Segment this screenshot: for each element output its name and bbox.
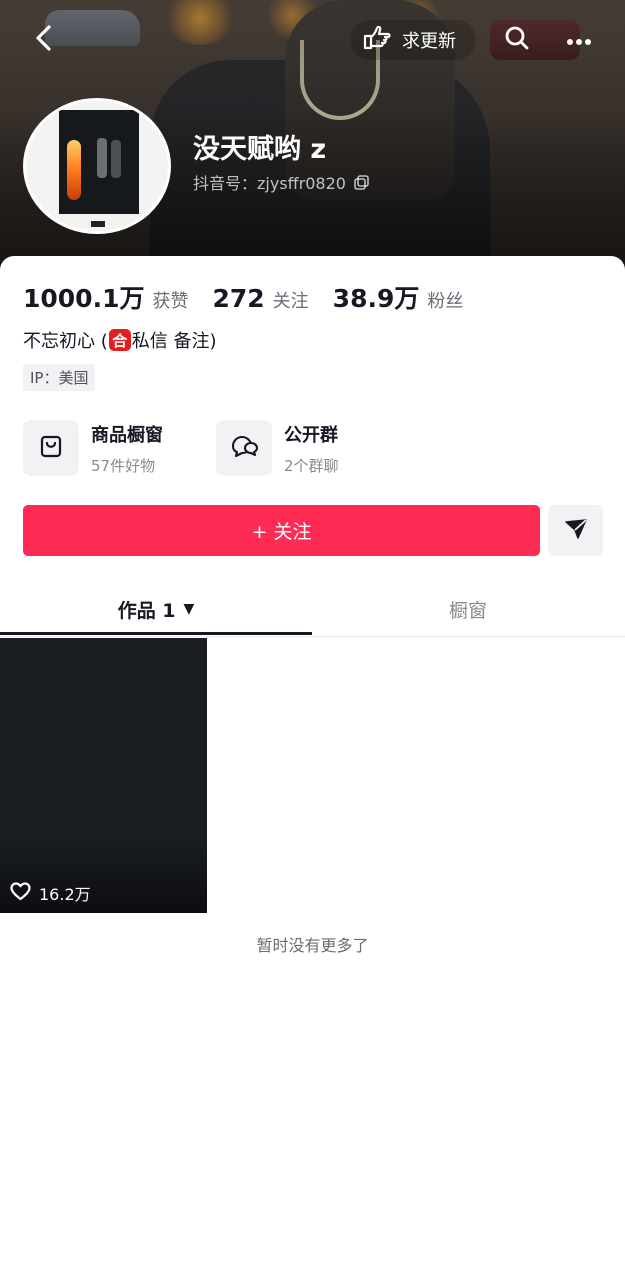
tab-showcase-label: 橱窗 — [448, 599, 487, 622]
video-thumbnail[interactable]: 16.2万 — [0, 638, 207, 913]
active-tab-indicator — [0, 632, 312, 635]
more-options-button[interactable] — [557, 18, 601, 62]
following-label: 关注 — [272, 291, 309, 312]
search-icon — [504, 25, 530, 55]
shopping-bag-icon — [39, 433, 63, 463]
caret-down-icon: ▼ — [183, 601, 195, 617]
follow-button[interactable]: + 关注 — [23, 505, 540, 556]
followers-stat[interactable]: 38.9万 粉丝 — [333, 279, 464, 315]
video-likes-text: 16.2万 — [39, 885, 91, 904]
douyin-id-row[interactable]: 抖音号：zjysffr0820 — [193, 170, 369, 194]
shop-window-entry[interactable]: 商品橱窗 57件好物 — [23, 419, 163, 477]
pointing-hand-icon — [362, 25, 392, 56]
avatar[interactable] — [23, 98, 171, 234]
bio-text-end: 私信 备注) — [131, 331, 217, 352]
more-dots-icon — [566, 31, 592, 50]
send-arrow-icon — [564, 518, 588, 544]
video-like-count: 16.2万 — [10, 881, 91, 905]
group-chat-icon — [229, 433, 259, 463]
profile-bio: 不忘初心 ( 合 私信 备注) — [23, 327, 217, 353]
tab-works-label: 作品 1 — [117, 599, 176, 622]
profile-nickname: 没天赋哟 z — [193, 134, 327, 165]
content-tabs: 作品 1 ▼ 橱窗 — [0, 583, 625, 637]
copy-icon[interactable] — [354, 174, 369, 190]
stats-row: 1000.1万 获赞 272 关注 38.9万 粉丝 — [23, 279, 487, 315]
follow-button-label: + 关注 — [251, 521, 312, 543]
public-group-subtitle: 2个群聊 — [284, 456, 339, 475]
back-arrow-icon — [33, 24, 55, 56]
he-badge-icon: 合 — [108, 329, 131, 351]
douyin-id-text: 抖音号：zjysffr0820 — [193, 174, 346, 193]
album-cover-image — [59, 110, 139, 214]
search-button[interactable] — [495, 18, 539, 62]
likes-stat[interactable]: 1000.1万 获赞 — [23, 279, 188, 315]
ip-location-tag: IP：美国 — [23, 364, 96, 391]
public-group-title: 公开群 — [284, 424, 338, 446]
tab-works[interactable]: 作品 1 ▼ — [0, 583, 312, 635]
shop-window-title: 商品橱窗 — [91, 424, 163, 446]
request-update-label: 求更新 — [402, 31, 456, 52]
heart-outline-icon — [10, 881, 31, 905]
likes-label: 获赞 — [152, 291, 189, 312]
followers-count: 38.9万 — [332, 284, 420, 313]
likes-count: 1000.1万 — [23, 284, 145, 313]
shop-icon-box — [23, 420, 79, 476]
request-update-button[interactable]: 求更新 — [350, 20, 476, 60]
shop-window-subtitle: 57件好物 — [91, 456, 156, 475]
tab-showcase[interactable]: 橱窗 — [312, 583, 624, 635]
following-stat[interactable]: 272 关注 — [212, 284, 308, 313]
public-group-entry[interactable]: 公开群 2个群聊 — [216, 419, 339, 477]
no-more-content-text: 暂时没有更多了 — [256, 936, 369, 955]
group-icon-box — [216, 420, 272, 476]
following-count: 272 — [212, 284, 265, 313]
bio-text-start: 不忘初心 ( — [23, 331, 108, 352]
followers-label: 粉丝 — [427, 291, 464, 312]
send-message-button[interactable] — [548, 505, 603, 556]
back-button[interactable] — [22, 18, 66, 62]
